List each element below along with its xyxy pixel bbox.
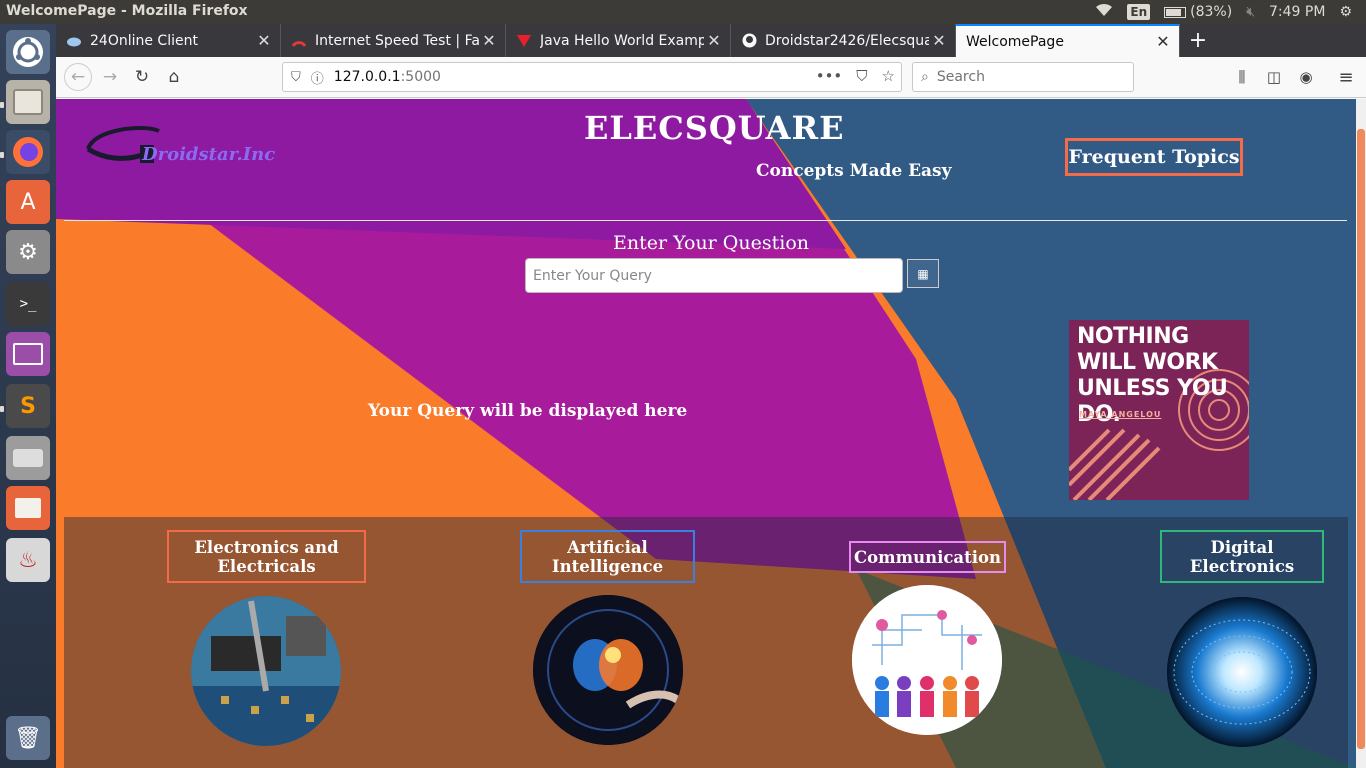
quote-image: NOTHING WILL WORK UNLESS YOU DO. MAYA AN…: [1069, 320, 1249, 500]
file-manager-icon[interactable]: [6, 486, 50, 530]
quote-author: MAYA ANGELOU: [1079, 410, 1162, 419]
workspaces-icon[interactable]: [6, 332, 50, 376]
search-icon: ⌕: [921, 69, 929, 85]
volume-mute-icon[interactable]: 🔇︎: [1246, 4, 1255, 20]
running-indicator: [0, 102, 4, 108]
search-bar[interactable]: ⌕ Search: [912, 62, 1134, 92]
library-icon[interactable]: ⫼: [1228, 63, 1256, 91]
running-indicator: [0, 406, 4, 412]
new-tab-icon[interactable]: +: [1184, 24, 1212, 57]
topic-ai-button[interactable]: Artificial Intelligence: [520, 530, 695, 583]
page-actions-icon[interactable]: •••: [816, 67, 843, 85]
tab-speed-test[interactable]: Internet Speed Test | Fa ✕: [281, 24, 506, 57]
ubuntu-dash-icon[interactable]: [6, 30, 50, 74]
forward-icon[interactable]: →: [96, 63, 124, 91]
electronics-circuit-image[interactable]: [191, 596, 341, 746]
frequent-topics-button[interactable]: Frequent Topics: [1065, 138, 1243, 176]
tab-strip: 24Online Client ✕ Internet Speed Test | …: [56, 24, 1366, 57]
trash-icon[interactable]: 🗑︎: [6, 716, 50, 760]
close-tab-icon[interactable]: ✕: [1153, 32, 1173, 51]
tab-label: 24Online Client: [90, 32, 198, 49]
topic-label: Electronics and Electricals: [194, 537, 339, 576]
close-tab-icon[interactable]: ✕: [479, 31, 499, 50]
tab-github[interactable]: Droidstar2426/Elecsqua ✕: [731, 24, 956, 57]
power-gear-icon[interactable]: ⚙: [1339, 4, 1352, 20]
search-placeholder: Search: [936, 69, 985, 85]
shield-icon[interactable]: ⛉: [291, 70, 301, 85]
pocket-icon[interactable]: ⛉: [856, 67, 867, 85]
window-title: WelcomePage - Mozilla Firefox: [6, 3, 248, 19]
tab-label: Droidstar2426/Elecsqua: [765, 32, 929, 49]
ai-brain-image[interactable]: [533, 595, 683, 745]
system-top-bar: WelcomePage - Mozilla Firefox En (83%) 🔇…: [0, 0, 1366, 24]
url-host: 127.0.0.1: [333, 69, 401, 85]
info-icon[interactable]: ⓘ: [311, 68, 324, 87]
github-icon: [741, 33, 757, 49]
site-title: ELECSQUARE: [584, 109, 845, 147]
terminal-icon[interactable]: >_: [6, 282, 50, 326]
topic-digital-electronics-button[interactable]: Digital Electronics: [1160, 530, 1324, 583]
disks-icon[interactable]: [6, 436, 50, 480]
digital-binary-tunnel-image[interactable]: [1167, 597, 1317, 747]
cloud-icon: [66, 33, 82, 49]
speedometer-icon: [291, 33, 307, 49]
web-page: Droidstar.Inc ELECSQUARE Concepts Made E…: [56, 99, 1356, 768]
keyboard-layout-indicator[interactable]: En: [1127, 4, 1151, 20]
url-port: :5000: [400, 69, 441, 85]
java-icon[interactable]: ♨: [6, 538, 50, 582]
tab-label: Java Hello World Examp: [540, 32, 704, 49]
close-tab-icon[interactable]: ✕: [704, 31, 724, 50]
unity-launcher: A ⚙ >_ S ♨ 🗑︎: [0, 24, 56, 768]
communication-people-image[interactable]: [852, 585, 1002, 735]
tab-java-hello-world[interactable]: Java Hello World Examp ✕: [506, 24, 731, 57]
tab-label: Internet Speed Test | Fa: [315, 32, 479, 49]
broken-image-icon: ▦: [917, 266, 929, 281]
tagline: Concepts Made Easy: [756, 161, 952, 181]
battery-indicator[interactable]: (83%): [1164, 4, 1232, 20]
clock[interactable]: 7:49 PM: [1269, 4, 1325, 20]
logo[interactable]: Droidstar.Inc: [84, 119, 275, 169]
navigation-toolbar: ← → ↻ ⌂ ⛉ ⓘ 127.0.0.1:5000 ••• ⛉ ☆ ⌕ Sea…: [56, 57, 1366, 98]
logo-text: Droidstar.Inc: [142, 144, 276, 165]
system-settings-icon[interactable]: ⚙: [6, 230, 50, 274]
topic-label: Artificial Intelligence: [551, 537, 664, 576]
sublime-text-icon[interactable]: S: [6, 384, 50, 428]
topic-label: Digital Electronics: [1189, 537, 1295, 576]
divider: [64, 220, 1347, 221]
topic-communication-button[interactable]: Communication: [849, 541, 1006, 573]
back-icon[interactable]: ←: [64, 63, 92, 91]
software-center-icon[interactable]: A: [6, 180, 50, 224]
tab-label: WelcomePage: [966, 33, 1064, 50]
wifi-icon[interactable]: [1095, 3, 1113, 21]
firefox-icon[interactable]: [6, 130, 50, 174]
question-label: Enter Your Question: [613, 232, 809, 254]
bookmark-star-icon[interactable]: ☆: [882, 67, 895, 85]
files-icon[interactable]: [6, 80, 50, 124]
scrollbar-thumb[interactable]: [1357, 129, 1365, 749]
running-indicator: [0, 152, 4, 158]
v-logo-icon: [516, 33, 532, 49]
topics-panel: Electronics and Electricals Artificial I…: [64, 517, 1348, 768]
submit-query-button[interactable]: ▦: [907, 259, 939, 288]
sidebar-icon[interactable]: ◫: [1260, 63, 1288, 91]
query-input[interactable]: [525, 258, 903, 293]
tab-24online[interactable]: 24Online Client ✕: [56, 24, 281, 57]
menu-icon[interactable]: ≡: [1332, 63, 1360, 91]
system-tray: En (83%) 🔇︎ 7:49 PM ⚙: [1095, 0, 1366, 24]
firefox-window: 24Online Client ✕ Internet Speed Test | …: [56, 24, 1366, 768]
close-tab-icon[interactable]: ✕: [929, 31, 949, 50]
battery-percent: (83%): [1190, 4, 1233, 20]
url-bar[interactable]: ⛉ ⓘ 127.0.0.1:5000 ••• ⛉ ☆: [282, 62, 902, 92]
close-tab-icon[interactable]: ✕: [254, 31, 274, 50]
battery-icon: [1164, 6, 1187, 18]
tab-welcomepage[interactable]: WelcomePage ✕: [956, 24, 1180, 57]
topic-electronics-button[interactable]: Electronics and Electricals: [167, 530, 366, 583]
reload-icon[interactable]: ↻: [128, 63, 156, 91]
account-icon[interactable]: ◉: [1292, 63, 1320, 91]
topic-label: Communication: [854, 547, 1001, 567]
query-display: Your Query will be displayed here: [368, 401, 688, 421]
home-icon[interactable]: ⌂: [160, 63, 188, 91]
page-scrollbar[interactable]: [1356, 99, 1366, 768]
